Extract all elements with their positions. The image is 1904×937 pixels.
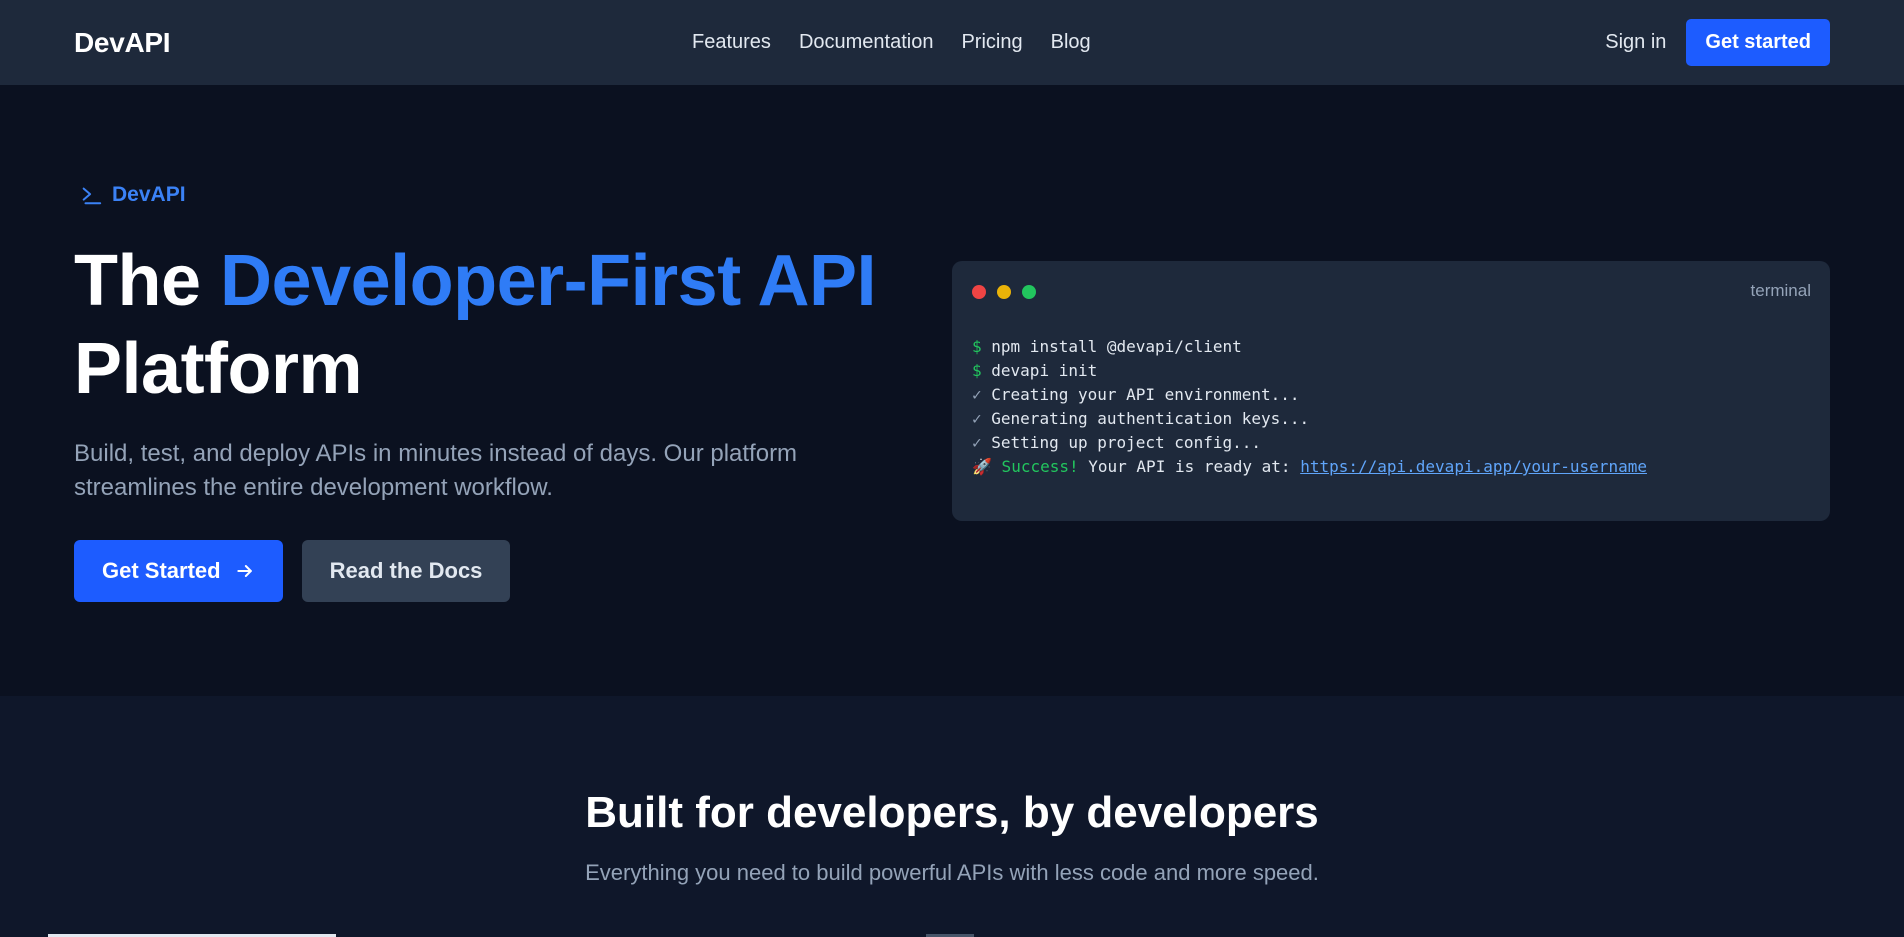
nav-link-pricing[interactable]: Pricing	[961, 31, 1022, 54]
prompt-symbol: $	[972, 337, 982, 356]
check-icon: ✓	[972, 385, 982, 404]
ready-text: Your API is ready at:	[1078, 457, 1301, 476]
get-started-button[interactable]: Get Started	[74, 540, 283, 602]
check-icon: ✓	[972, 433, 982, 452]
terminal-line: ✓ Generating authentication keys...	[972, 407, 1647, 431]
primary-nav: Features Documentation Pricing Blog	[692, 0, 1091, 85]
brand-logo[interactable]: DevAPI	[74, 27, 171, 59]
terminal-line: $ devapi init	[972, 359, 1647, 383]
read-the-docs-button[interactable]: Read the Docs	[301, 540, 511, 602]
minimize-dot-icon	[997, 285, 1011, 299]
rocket-icon: 🚀	[972, 457, 992, 476]
terminal-prompt-icon	[82, 187, 102, 205]
step-text: Setting up project config...	[981, 433, 1261, 452]
hero-eyebrow: DevAPI	[80, 183, 186, 207]
prompt-symbol: $	[972, 361, 982, 380]
check-icon: ✓	[972, 409, 982, 428]
command-text: devapi init	[981, 361, 1098, 380]
success-text: Success!	[991, 457, 1079, 476]
terminal-output: $ npm install @devapi/client $ devapi in…	[972, 335, 1647, 479]
api-url-link[interactable]: https://api.devapi.app/your-username	[1300, 457, 1647, 476]
hero-eyebrow-label: DevAPI	[112, 183, 186, 206]
hero-subtitle: Build, test, and deploy APIs in minutes …	[74, 440, 798, 501]
terminal-line: 🚀 Success! Your API is ready at: https:/…	[972, 455, 1647, 479]
terminal-line: ✓ Creating your API environment...	[972, 383, 1647, 407]
read-the-docs-label: Read the Docs	[329, 558, 483, 583]
top-navbar: DevAPI Features Documentation Pricing Bl…	[0, 0, 1904, 85]
nav-link-features[interactable]: Features	[692, 31, 771, 54]
features-subtitle: Everything you need to build powerful AP…	[585, 860, 1319, 885]
hero-title-tail: Platform	[74, 329, 363, 409]
nav-actions: Sign in Get started	[1605, 0, 1830, 85]
terminal-window: terminal $ npm install @devapi/client $ …	[952, 261, 1830, 521]
close-dot-icon	[972, 285, 986, 299]
nav-link-blog[interactable]: Blog	[1051, 31, 1091, 54]
terminal-label: terminal	[1750, 281, 1811, 300]
get-started-nav-button[interactable]: Get started	[1686, 19, 1830, 66]
hero-cta-group: Get Started Read the Docs	[74, 540, 511, 602]
terminal-line: $ npm install @devapi/client	[972, 335, 1647, 359]
sign-in-link[interactable]: Sign in	[1605, 31, 1666, 54]
step-text: Creating your API environment...	[981, 385, 1300, 404]
features-section: Built for developers, by developers Ever…	[0, 696, 1904, 937]
maximize-dot-icon	[1022, 285, 1036, 299]
step-text: Generating authentication keys...	[981, 409, 1310, 428]
hero-title-lead: The	[74, 241, 221, 321]
hero-section: DevAPI The Developer-First API Platform B…	[0, 85, 1904, 696]
features-title: Built for developers, by developers	[585, 788, 1319, 837]
hero-title-accent: Developer-First API	[220, 241, 877, 321]
get-started-label: Get Started	[102, 558, 221, 583]
command-text: npm install @devapi/client	[981, 337, 1242, 356]
arrow-right-icon	[236, 565, 252, 577]
hero-title: The Developer-First API Platform	[74, 237, 954, 413]
nav-link-documentation[interactable]: Documentation	[799, 31, 934, 54]
terminal-line: ✓ Setting up project config...	[972, 431, 1647, 455]
window-controls	[972, 285, 1036, 299]
